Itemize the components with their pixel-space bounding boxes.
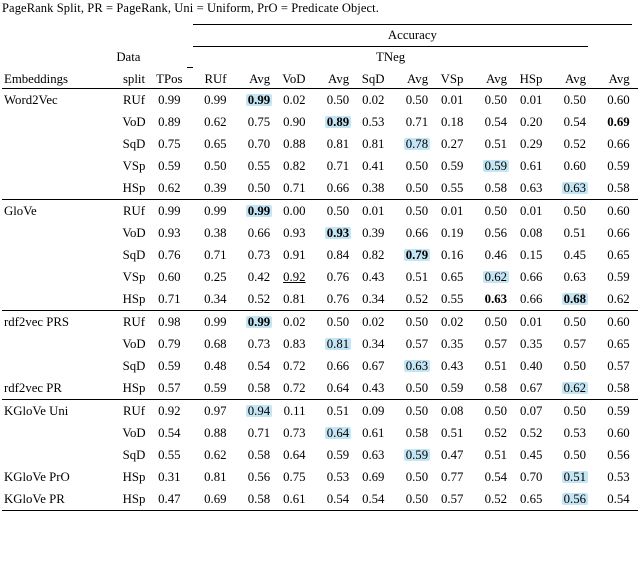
table-row: SqD0.590.480.540.720.660.670.630.430.510… — [2, 355, 638, 377]
col-labels: Embeddings split TPos RUf Avg VoD Avg Sq… — [2, 66, 638, 89]
table-row: HSp0.710.340.520.810.760.340.520.550.630… — [2, 288, 638, 311]
table-row: KGloVe PRHSp0.470.690.580.610.540.540.50… — [2, 488, 638, 511]
table-row: SqD0.750.650.700.880.810.810.780.270.510… — [2, 133, 638, 155]
table-row: VoD0.890.620.750.900.890.530.710.180.540… — [2, 111, 638, 133]
table-row: VSp0.590.500.550.820.710.410.500.590.590… — [2, 155, 638, 177]
table-row: VoD0.790.680.730.830.810.340.570.350.570… — [2, 333, 638, 355]
table-row: SqD0.550.620.580.640.590.630.590.470.510… — [2, 444, 638, 466]
table-row: rdf2vec PRSRUf0.980.990.990.020.500.020.… — [2, 311, 638, 334]
table-row: VoD0.930.380.660.930.930.390.660.190.560… — [2, 222, 638, 244]
table-row: VSp0.600.250.420.920.760.430.510.650.620… — [2, 266, 638, 288]
table-row: SqD0.760.710.730.910.840.820.790.160.460… — [2, 244, 638, 266]
table-row: KGloVe PrOHSp0.310.810.560.750.530.690.5… — [2, 466, 638, 488]
table-row: KGloVe UniRUf0.920.970.940.110.510.090.5… — [2, 400, 638, 423]
results-table: Accuracy Data TNeg Embeddings split TPos… — [2, 20, 638, 511]
col-accuracy: Accuracy — [193, 20, 631, 44]
table-row: HSp0.620.390.500.710.660.380.500.550.580… — [2, 177, 638, 200]
table-row: rdf2vec PRHSp0.570.590.580.720.640.430.5… — [2, 377, 638, 400]
table-row: Word2VecRUf0.990.990.990.020.500.020.500… — [2, 89, 638, 112]
table-row: GloVeRUf0.990.990.990.000.500.010.500.01… — [2, 200, 638, 223]
table-row: VoD0.540.880.710.730.640.610.580.510.520… — [2, 422, 638, 444]
caption-fragment: PageRank Split, PR = PageRank, Uni = Uni… — [0, 0, 640, 20]
col-tneg: TNeg — [193, 44, 588, 66]
col-data: Data — [116, 44, 151, 66]
